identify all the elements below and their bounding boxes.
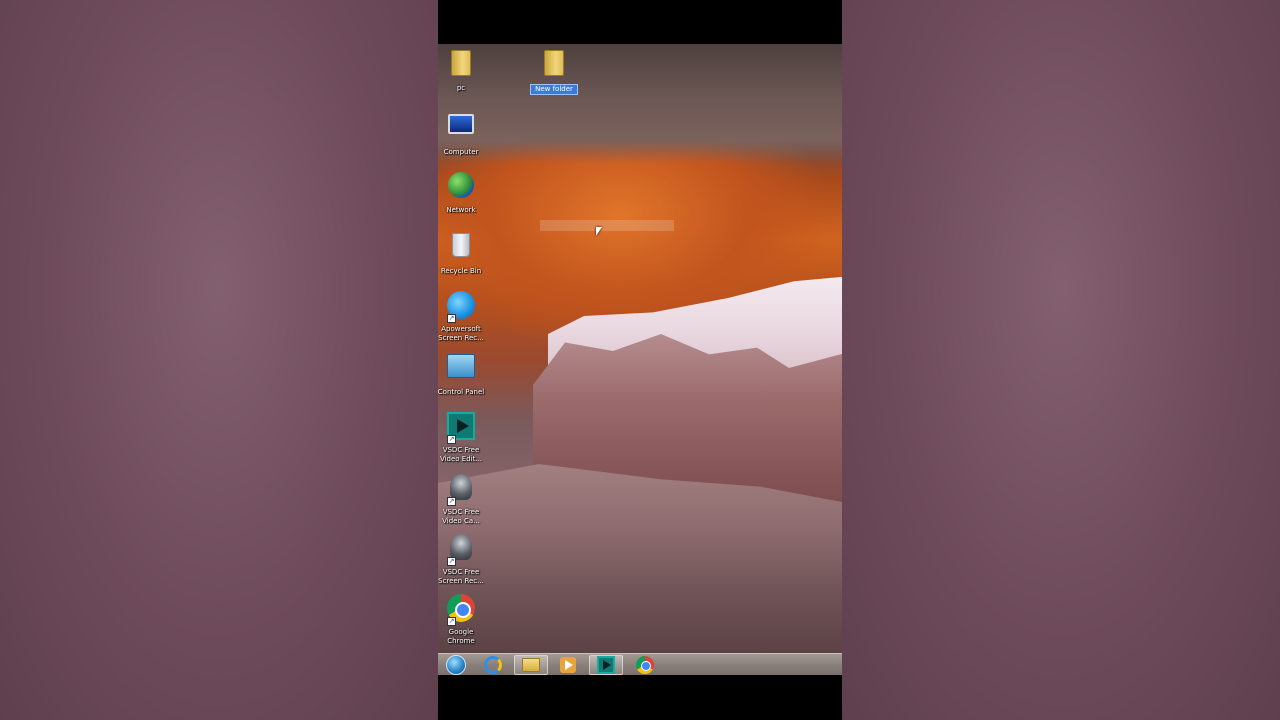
- chrome-icon: ↗: [445, 594, 477, 626]
- taskbar: [438, 653, 842, 675]
- start-button[interactable]: [439, 655, 473, 675]
- desktop-icon-control-panel[interactable]: Control Panel: [438, 351, 485, 397]
- network-icon: [445, 172, 477, 204]
- taskbar-chrome[interactable]: [628, 655, 662, 675]
- drag-ghost-label: [540, 220, 674, 231]
- control-panel-icon: [445, 354, 477, 386]
- blurred-background-right: [842, 0, 1280, 720]
- taskbar-file-explorer[interactable]: [514, 655, 548, 675]
- desktop-icon-label: Google Chrome: [447, 628, 475, 645]
- vsdc-editor-icon: ↗: [445, 412, 477, 444]
- recycle-bin-icon: [445, 233, 477, 265]
- taskbar-vsdc[interactable]: [589, 655, 623, 675]
- vsdc-capture-icon: ↗: [445, 474, 477, 506]
- apowersoft-icon: ↗: [445, 291, 477, 323]
- taskbar-media-player[interactable]: [551, 655, 585, 675]
- desktop-icon-vsdc-screen-recorder[interactable]: ↗ VSDC Free Screen Rec...: [438, 532, 485, 586]
- desktop-icon-label: Recycle Bin: [440, 267, 482, 275]
- desktop-icon-recycle-bin[interactable]: Recycle Bin: [438, 230, 485, 276]
- desktop-icon-label: Computer: [443, 148, 479, 156]
- wallpaper-rock-ledge: [438, 464, 842, 653]
- desktop-icon-label: VSDC Free Video Edit...: [439, 446, 483, 463]
- file-explorer-icon: [522, 658, 540, 672]
- desktop-icon-vsdc-video-editor[interactable]: ↗ VSDC Free Video Edit...: [438, 411, 485, 464]
- desktop-icon-label: Network: [446, 206, 476, 214]
- chrome-icon: [636, 656, 654, 674]
- folder-icon: [445, 50, 477, 82]
- computer-icon: [445, 114, 477, 146]
- taskbar-internet-explorer[interactable]: [476, 655, 510, 675]
- desktop-icon-computer[interactable]: Computer: [438, 110, 485, 157]
- blurred-background-left: [0, 0, 438, 720]
- rename-input[interactable]: New folder: [530, 84, 578, 95]
- desktop-icon-label: Apowersoft Screen Rec...: [438, 325, 484, 342]
- start-orb-icon: [446, 655, 466, 675]
- video-frame: pc New folder Computer Network Recycle B…: [438, 0, 842, 720]
- vsdc-icon: [597, 656, 615, 674]
- desktop-icon-label: Control Panel: [438, 388, 485, 396]
- desktop-icon-new-folder[interactable]: New folder: [530, 50, 578, 95]
- desktop-icon-label: VSDC Free Video Ca...: [442, 508, 480, 525]
- mouse-cursor-icon: [596, 227, 602, 236]
- folder-icon: [538, 50, 570, 82]
- desktop-icon-google-chrome[interactable]: ↗ Google Chrome: [438, 593, 485, 646]
- desktop-icon-network[interactable]: Network: [438, 170, 485, 215]
- desktop[interactable]: pc New folder Computer Network Recycle B…: [438, 44, 842, 653]
- wallpaper-rock-arch: [438, 44, 842, 164]
- desktop-icon-vsdc-video-capture[interactable]: ↗ VSDC Free Video Ca...: [438, 472, 485, 526]
- desktop-icon-label: VSDC Free Screen Rec...: [438, 568, 484, 585]
- media-player-icon: [560, 657, 576, 673]
- desktop-icon-pc[interactable]: pc: [438, 50, 485, 93]
- internet-explorer-icon: [484, 656, 502, 674]
- desktop-icon-label: pc: [456, 84, 466, 92]
- vsdc-screen-icon: ↗: [445, 534, 477, 566]
- desktop-icon-apowersoft[interactable]: ↗ Apowersoft Screen Rec...: [438, 290, 485, 343]
